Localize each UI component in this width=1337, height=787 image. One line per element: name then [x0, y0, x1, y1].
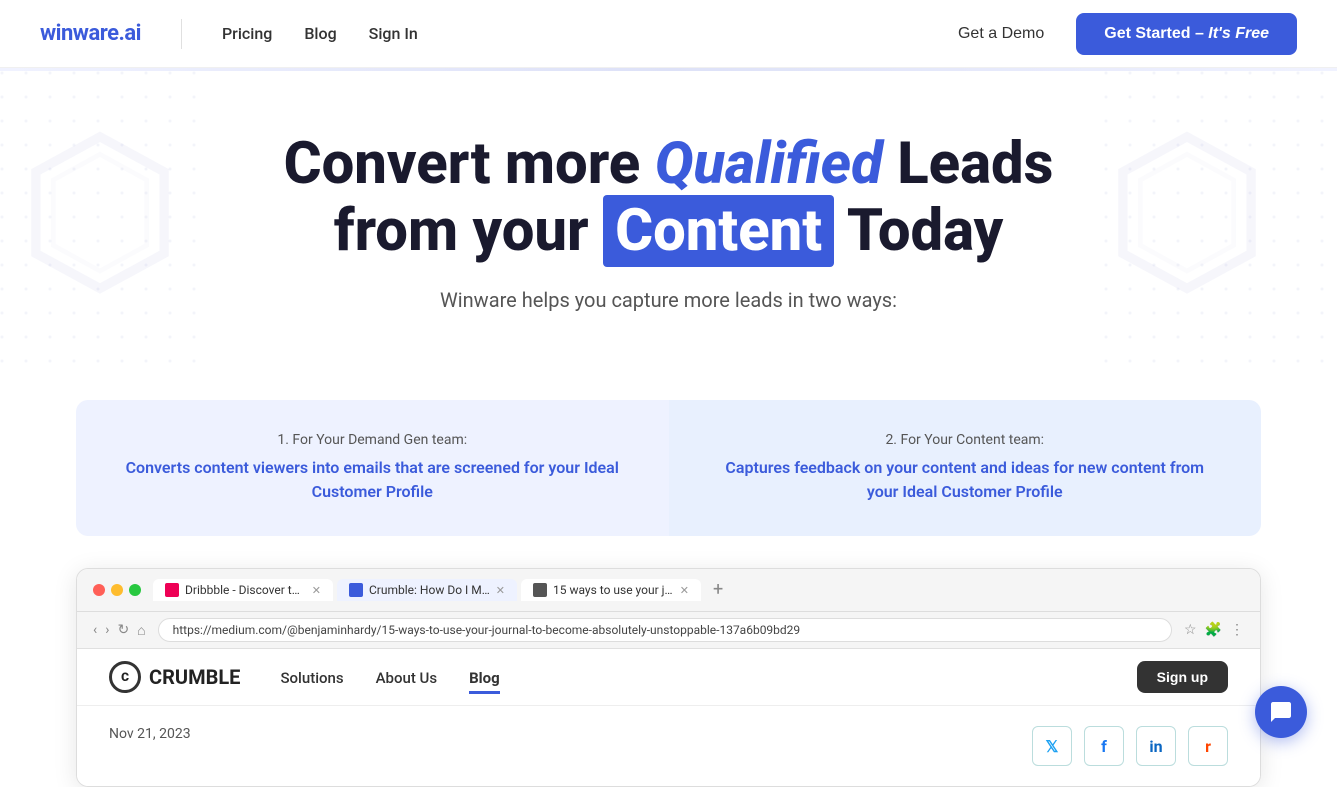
tab-1-label: Crumble: How Do I Measure... — [369, 583, 490, 597]
title-qualified: Qualified — [655, 130, 883, 198]
title-leads: Leads — [883, 130, 1054, 198]
browser-topbar: Dribbble - Discover the worl... ✕ Crumbl… — [77, 569, 1260, 612]
social-share-icons: 𝕏 f in r — [1032, 726, 1228, 766]
title-content-highlight: Content — [603, 195, 834, 267]
title-today: Today — [834, 197, 1003, 265]
inner-nav-about[interactable]: About Us — [376, 668, 438, 687]
tab-2-label: 15 ways to use your journey to... — [553, 583, 674, 597]
get-started-italic: It's Free — [1208, 25, 1269, 42]
url-bar[interactable]: https://medium.com/@benjaminhardy/15-way… — [158, 618, 1172, 642]
browser-addressbar: ‹ › ↻ ⌂ https://medium.com/@benjaminhard… — [77, 612, 1260, 649]
inner-nav-solutions[interactable]: Solutions — [280, 668, 343, 687]
tab-0-favicon — [165, 583, 179, 597]
navbar-left: winware.ai Pricing Blog Sign In — [40, 19, 418, 49]
hero-section: Convert more Qualified Leads from your C… — [0, 71, 1337, 400]
forward-button[interactable]: › — [105, 622, 109, 639]
browser-action-buttons: ☆ 🧩 ⋮ — [1184, 622, 1244, 638]
chat-bubble-icon — [1269, 700, 1293, 724]
col-right-desc: Captures feedback on your content and id… — [709, 456, 1222, 504]
title-from: from your — [334, 197, 603, 265]
get-started-button[interactable]: Get Started – It's Free — [1076, 13, 1297, 55]
maximize-window-button[interactable] — [129, 584, 141, 596]
tab-2-favicon — [533, 583, 547, 597]
browser-tabs: Dribbble - Discover the worl... ✕ Crumbl… — [153, 579, 1244, 601]
tab-0-label: Dribbble - Discover the worl... — [185, 583, 306, 597]
title-before: Convert more — [284, 130, 655, 198]
nav-link-signin[interactable]: Sign In — [369, 24, 418, 43]
inner-nav-blog[interactable]: Blog — [469, 668, 500, 687]
nav-link-pricing[interactable]: Pricing — [222, 24, 272, 43]
linkedin-share-icon[interactable]: in — [1136, 726, 1176, 766]
browser-mockup: Dribbble - Discover the worl... ✕ Crumbl… — [76, 568, 1261, 787]
navbar: winware.ai Pricing Blog Sign In Get a De… — [0, 0, 1337, 68]
nav-item-blog[interactable]: Blog — [304, 24, 336, 43]
extensions-icon[interactable]: 🧩 — [1205, 622, 1222, 638]
inner-logo-text: CRUMBLE — [149, 665, 240, 689]
inner-signup-button[interactable]: Sign up — [1137, 661, 1228, 693]
reddit-share-icon[interactable]: r — [1188, 726, 1228, 766]
inner-nav-links: Solutions About Us Blog — [280, 668, 499, 687]
two-columns: 1. For Your Demand Gen team: Converts co… — [76, 400, 1261, 536]
inner-site-content: Nov 21, 2023 𝕏 f in r — [77, 706, 1260, 786]
browser-window-controls — [93, 584, 141, 596]
twitter-share-icon[interactable]: 𝕏 — [1032, 726, 1072, 766]
inner-link-about[interactable]: About Us — [376, 669, 438, 687]
tab-0-close[interactable]: ✕ — [312, 584, 321, 597]
get-started-label: Get Started – — [1104, 25, 1208, 42]
nav-links: Pricing Blog Sign In — [222, 24, 418, 43]
inner-logo-icon: C — [109, 661, 141, 693]
col-left-number: 1. For Your Demand Gen team: — [116, 432, 629, 448]
hero-subtitle: Winware helps you capture more leads in … — [40, 288, 1297, 312]
chat-bubble-button[interactable] — [1255, 686, 1307, 738]
browser-tab-2[interactable]: 15 ways to use your journey to... ✕ — [521, 579, 701, 601]
logo-suffix: .ai — [118, 21, 140, 46]
browser-tab-1[interactable]: Crumble: How Do I Measure... ✕ — [337, 579, 517, 601]
nav-item-signin[interactable]: Sign In — [369, 24, 418, 43]
nav-item-pricing[interactable]: Pricing — [222, 24, 272, 43]
tab-2-close[interactable]: ✕ — [680, 584, 689, 597]
back-button[interactable]: ‹ — [93, 622, 97, 639]
column-content-team: 2. For Your Content team: Captures feedb… — [669, 400, 1262, 536]
column-demand-gen: 1. For Your Demand Gen team: Converts co… — [76, 400, 669, 536]
home-button[interactable]: ⌂ — [137, 622, 145, 639]
close-window-button[interactable] — [93, 584, 105, 596]
tab-1-favicon — [349, 583, 363, 597]
new-tab-button[interactable]: + — [713, 579, 723, 601]
bookmark-icon[interactable]: ☆ — [1184, 622, 1197, 638]
minimize-window-button[interactable] — [111, 584, 123, 596]
hero-title: Convert more Qualified Leads from your C… — [40, 131, 1297, 264]
article-date: Nov 21, 2023 — [109, 726, 191, 742]
inner-link-solutions[interactable]: Solutions — [280, 669, 343, 687]
inner-nav-right: Sign up — [1137, 661, 1228, 693]
facebook-share-icon[interactable]: f — [1084, 726, 1124, 766]
logo-text: winware — [40, 21, 118, 46]
col-right-number: 2. For Your Content team: — [709, 432, 1222, 448]
inner-link-blog[interactable]: Blog — [469, 669, 500, 694]
nav-link-blog[interactable]: Blog — [304, 24, 336, 43]
tab-1-close[interactable]: ✕ — [496, 584, 505, 597]
inner-site-navbar: C CRUMBLE Solutions About Us Blog Sign u… — [77, 649, 1260, 706]
menu-icon[interactable]: ⋮ — [1230, 622, 1244, 638]
navbar-right: Get a Demo Get Started – It's Free — [942, 13, 1297, 55]
inner-site-logo[interactable]: C CRUMBLE — [109, 661, 240, 693]
browser-nav-buttons: ‹ › ↻ ⌂ — [93, 622, 146, 639]
col-left-desc: Converts content viewers into emails tha… — [116, 456, 629, 504]
refresh-button[interactable]: ↻ — [117, 622, 129, 639]
inner-website: C CRUMBLE Solutions About Us Blog Sign u… — [77, 649, 1260, 786]
nav-divider — [181, 19, 182, 49]
browser-tab-0[interactable]: Dribbble - Discover the worl... ✕ — [153, 579, 333, 601]
demo-button[interactable]: Get a Demo — [942, 17, 1060, 51]
logo[interactable]: winware.ai — [40, 21, 141, 46]
